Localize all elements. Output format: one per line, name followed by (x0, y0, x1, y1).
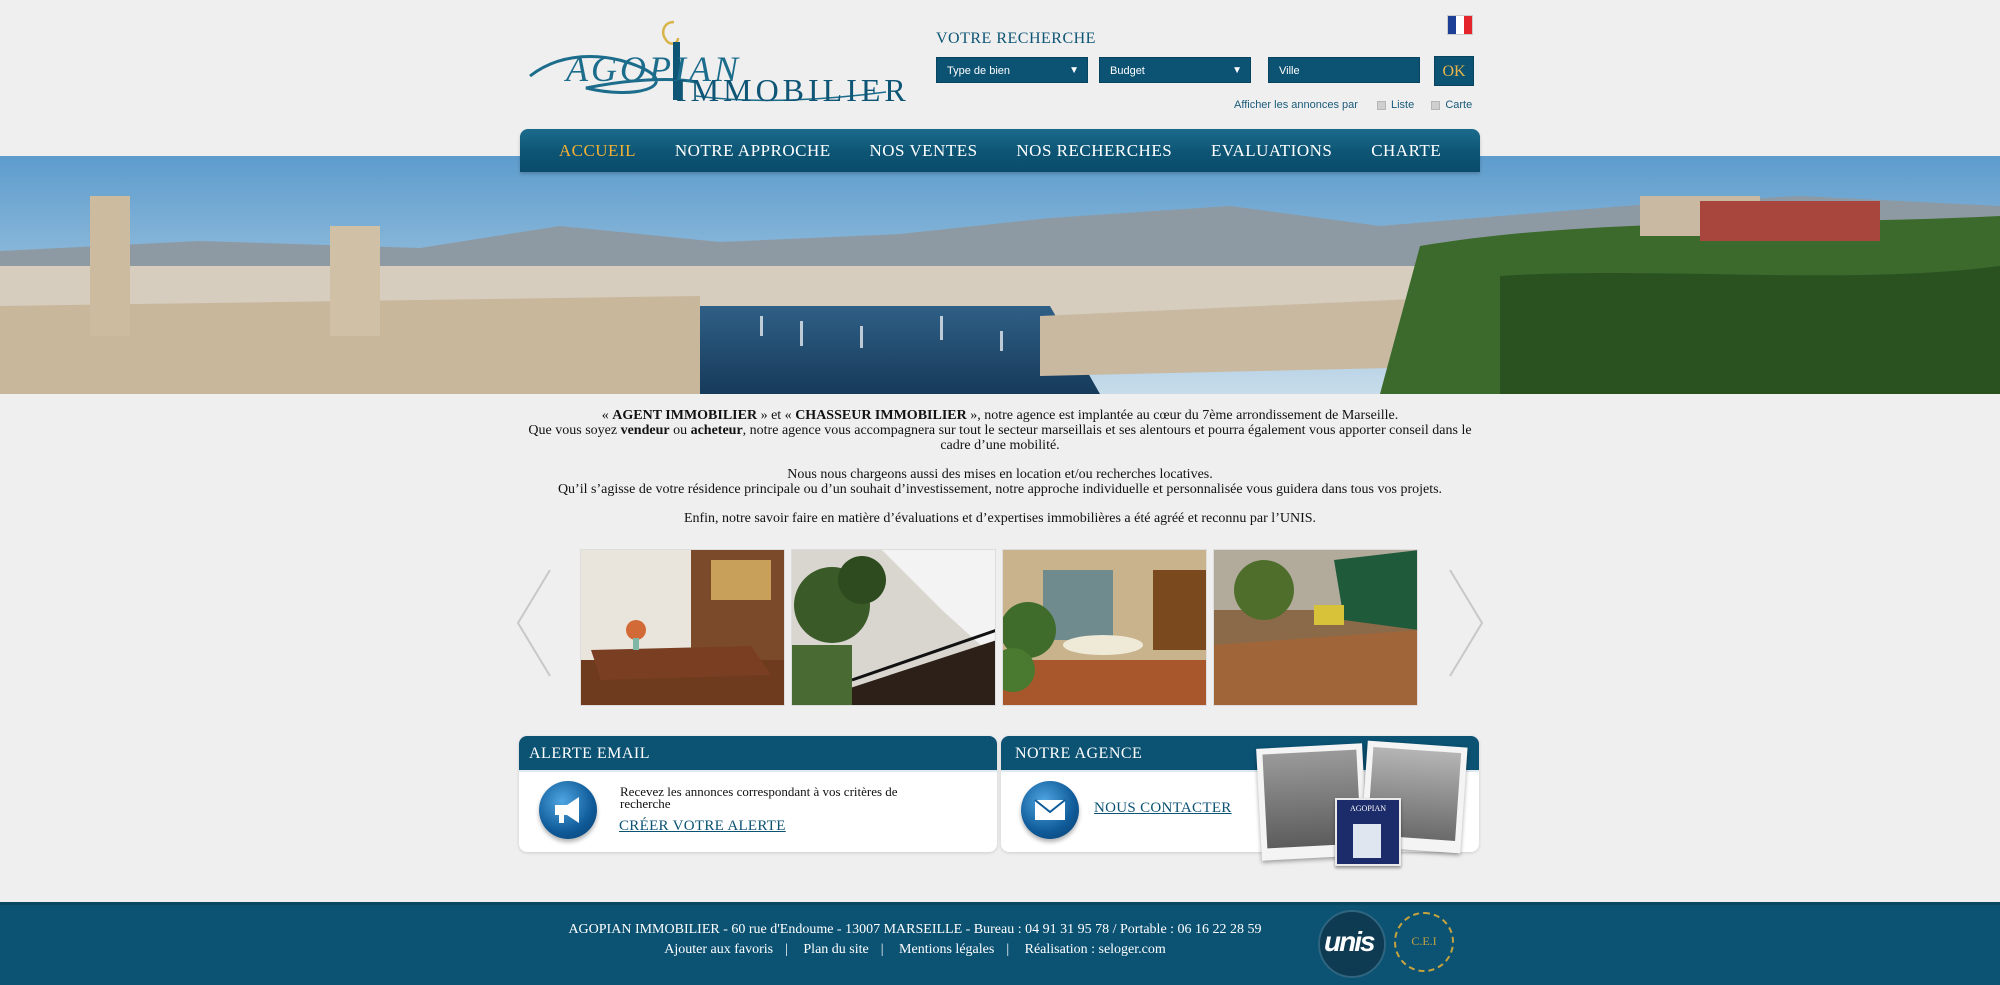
megaphone-icon (539, 781, 597, 839)
french-flag-icon[interactable] (1448, 16, 1472, 34)
footer-link-favorites[interactable]: Ajouter aux favoris (664, 942, 773, 957)
city-input-placeholder: Ville (1279, 65, 1300, 77)
search-ok-button[interactable]: OK (1434, 56, 1474, 86)
nav-item-notre-approche[interactable]: NOTRE APPROCHE (675, 141, 831, 161)
marseille-panorama-banner (0, 156, 2000, 394)
property-photo-terrace[interactable] (1213, 549, 1418, 706)
intro-paragraph-3: Enfin, notre savoir faire en matière d’é… (683, 511, 1317, 526)
envelope-icon (1021, 781, 1079, 839)
display-mode-label: Afficher les annonces par (1234, 99, 1358, 111)
property-type-value: Type de bien (947, 65, 1010, 77)
storefront-sign-text: AGOPIAN (1350, 804, 1386, 813)
carousel-prev-icon[interactable] (514, 568, 554, 678)
search-title: VOTRE RECHERCHE (936, 30, 1096, 47)
list-checkbox[interactable] (1377, 100, 1386, 110)
agency-box: NOTRE AGENCE NOUS CONTACTER AGOPIAN (1001, 736, 1479, 866)
budget-select[interactable]: Budget ▼ (1099, 57, 1251, 83)
list-option-label[interactable]: Liste (1391, 99, 1414, 111)
dropdown-arrow-icon: ▼ (1232, 65, 1242, 76)
email-alert-title: ALERTE EMAIL (519, 736, 997, 772)
carousel-next-icon[interactable] (1446, 568, 1486, 678)
budget-value: Budget (1110, 65, 1145, 77)
nav-item-accueil[interactable]: ACCUEIL (559, 141, 636, 161)
city-input[interactable]: Ville (1268, 57, 1420, 83)
map-checkbox[interactable] (1431, 100, 1441, 110)
intro-paragraph-1: « AGENT IMMOBILIER » et « CHASSEUR IMMOB… (528, 408, 1472, 453)
display-mode-row: Afficher les annonces par Liste Carte (1234, 99, 1472, 111)
nav-item-nos-recherches[interactable]: NOS RECHERCHES (1016, 141, 1172, 161)
nav-item-charte[interactable]: CHARTE (1371, 141, 1441, 161)
email-alert-box: ALERTE EMAIL Recevez les annonces corres… (519, 736, 997, 852)
footer-link-legal[interactable]: Mentions légales (899, 942, 994, 957)
footer-link-sitemap[interactable]: Plan du site (803, 942, 868, 957)
dropdown-arrow-icon: ▼ (1069, 65, 1079, 76)
footer-address: AGOPIAN IMMOBILIER - 60 rue d'Endoume - … (568, 922, 1262, 937)
map-option-label[interactable]: Carte (1445, 99, 1472, 111)
property-photo-dining-room[interactable] (580, 549, 785, 706)
agency-storefront-sign: AGOPIAN (1335, 798, 1401, 866)
cei-logo[interactable]: C.E.I (1394, 912, 1454, 972)
intro-paragraph-2: Nous nous chargeons aussi des mises en l… (557, 467, 1443, 497)
footer-link-credits[interactable]: Réalisation : seloger.com (1025, 942, 1166, 957)
main-nav: ACCUEIL NOTRE APPROCHE NOS VENTES NOS RE… (520, 129, 1480, 172)
property-photo-staircase[interactable] (791, 549, 996, 706)
agency-logo[interactable]: AGOPIAN IMMOBILIER (526, 18, 906, 108)
nav-item-evaluations[interactable]: EVALUATIONS (1211, 141, 1332, 161)
footer-links: Ajouter aux favoris | Plan du site | Menti… (664, 942, 1166, 957)
contact-us-link[interactable]: NOUS CONTACTER (1094, 800, 1232, 817)
create-alert-link[interactable]: CRÉER VOTRE ALERTE (619, 818, 786, 835)
property-photo-living-room[interactable] (1002, 549, 1207, 706)
property-type-select[interactable]: Type de bien ▼ (936, 57, 1088, 83)
nav-item-nos-ventes[interactable]: NOS VENTES (869, 141, 977, 161)
cei-logo-text: C.E.I (1411, 934, 1437, 948)
email-alert-text: Recevez les annonces correspondant à vos… (620, 784, 898, 811)
logo-text-bottom: IMMOBILIER (676, 72, 910, 108)
intro-text: « AGENT IMMOBILIER » et « CHASSEUR IMMOB… (520, 408, 1480, 540)
unis-logo-text: unis (1324, 926, 1376, 957)
unis-logo[interactable]: unis (1318, 910, 1386, 978)
